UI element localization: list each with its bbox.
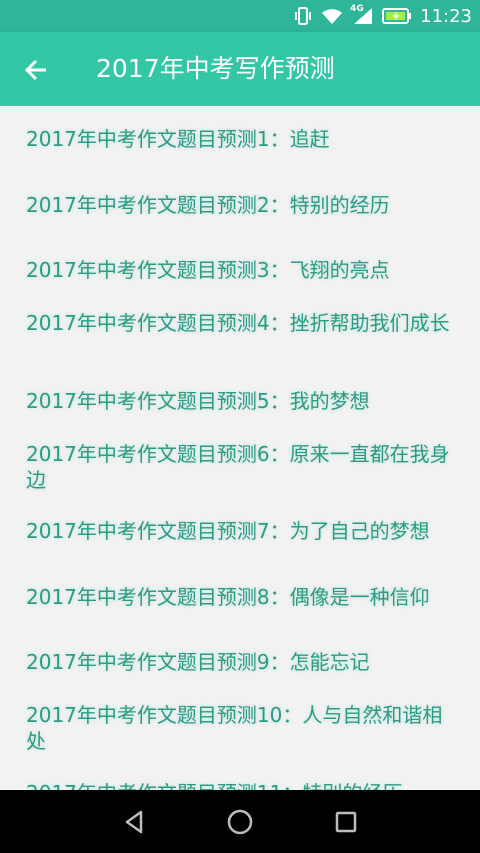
status-icons: 4G 11:23	[294, 0, 472, 32]
list-item[interactable]: 2017年中考作文题目预测1：追赶	[0, 126, 480, 152]
list-item[interactable]: 2017年中考作文题目预测6：原来一直都在我身边	[0, 441, 480, 493]
list-item[interactable]: 2017年中考作文题目预测2：特别的经历	[0, 192, 480, 218]
list-item[interactable]: 2017年中考作文题目预测8：偶像是一种信仰	[0, 584, 480, 610]
arrow-left-icon	[24, 59, 46, 81]
back-button[interactable]	[14, 48, 58, 92]
list-item[interactable]: 2017年中考作文题目预测10：人与自然和谐相处	[0, 702, 480, 754]
page-title: 2017年中考写作预测	[96, 54, 335, 83]
app-bar: 2017年中考写作预测	[0, 32, 480, 106]
status-time: 11:23	[420, 5, 472, 27]
recents-square-icon	[335, 811, 357, 833]
wifi-icon	[320, 6, 344, 26]
nav-home-button[interactable]	[216, 798, 264, 846]
battery-icon	[382, 8, 412, 24]
nav-recents-button[interactable]	[322, 798, 370, 846]
vibrate-icon	[294, 6, 312, 26]
article-list: 2017年中考作文题目预测1：追赶 2017年中考作文题目预测2：特别的经历 2…	[0, 106, 480, 790]
list-item[interactable]: 2017年中考作文题目预测5：我的梦想	[0, 388, 480, 414]
navigation-bar	[0, 790, 480, 853]
network-type-label: 4G	[350, 4, 364, 14]
list-item[interactable]: 2017年中考作文题目预测4：挫折帮助我们成长	[0, 310, 480, 336]
status-bar: 4G 11:23	[0, 0, 480, 32]
list-item[interactable]: 2017年中考作文题目预测11：特别的经历	[0, 780, 480, 790]
signal-icon: 4G	[350, 4, 374, 26]
list-item[interactable]: 2017年中考作文题目预测9：怎能忘记	[0, 649, 480, 675]
nav-back-button[interactable]	[110, 798, 158, 846]
home-circle-icon	[227, 809, 253, 835]
list-item[interactable]: 2017年中考作文题目预测3：飞翔的亮点	[0, 257, 480, 283]
screen: 4G 11:23 2017年中考写作预测 2017年中考作文题目预测1：追赶 2…	[0, 0, 480, 853]
back-triangle-icon	[125, 810, 143, 834]
list-item[interactable]: 2017年中考作文题目预测7：为了自己的梦想	[0, 518, 480, 544]
